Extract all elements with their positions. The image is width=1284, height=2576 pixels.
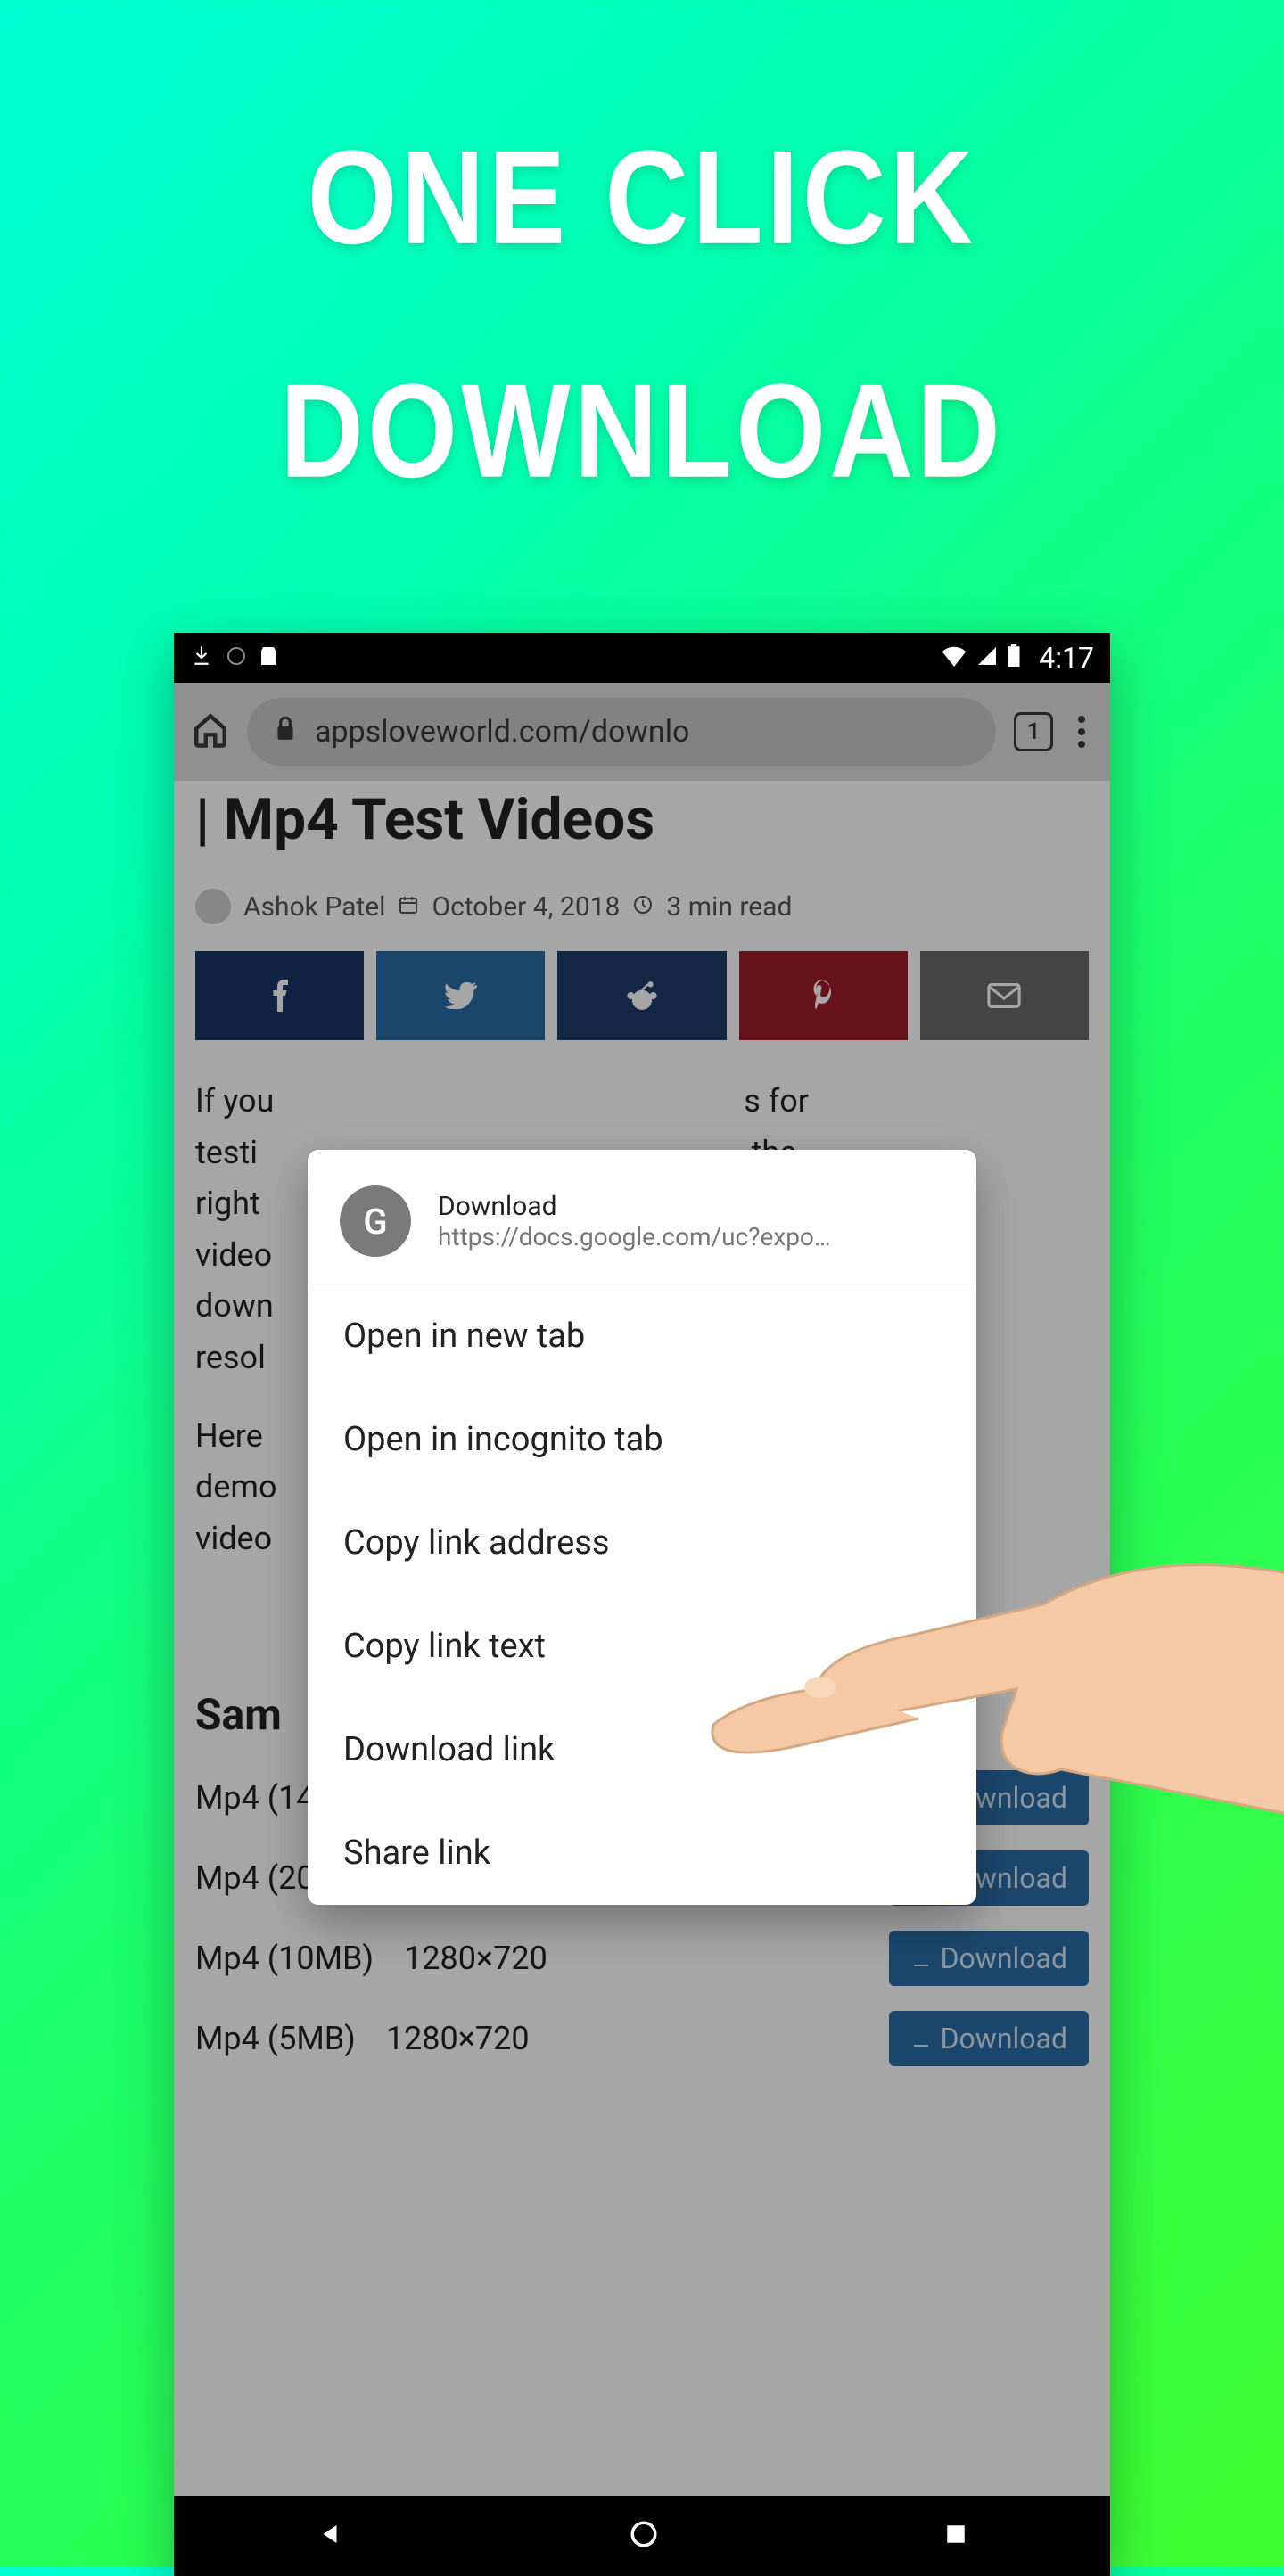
promo-headline: ONE CLICK DOWNLOAD [0,0,1284,512]
sync-icon [226,643,247,674]
android-navbar [174,2496,1110,2576]
phone-frame: 4:17 appsloveworld.com/downlo 1 | Mp4 Te… [174,633,1110,2576]
status-bar: 4:17 [174,633,1110,683]
context-menu-header: G Download https://docs.google.com/uc?ex… [308,1150,976,1284]
context-item-open-incognito[interactable]: Open in incognito tab [308,1388,976,1491]
battery-icon [1007,643,1021,674]
nav-recent-icon[interactable] [944,2523,967,2549]
headline-line-1: ONE CLICK [0,103,1284,290]
nav-home-icon[interactable] [629,2519,659,2553]
context-title: Download [438,1191,831,1222]
signal-icon [976,643,998,674]
context-item-copy-text[interactable]: Copy link text [308,1595,976,1698]
status-time: 4:17 [1039,641,1094,675]
context-item-download-link[interactable]: Download link [308,1698,976,1801]
context-item-open-new-tab[interactable]: Open in new tab [308,1284,976,1388]
headline-line-2: DOWNLOAD [0,337,1284,523]
context-item-share-link[interactable]: Share link [308,1801,976,1905]
wifi-icon [941,643,967,674]
context-url: https://docs.google.com/uc?expo… [438,1222,831,1251]
download-status-icon [190,643,213,674]
sd-card-icon [259,643,277,674]
context-item-copy-address[interactable]: Copy link address [308,1491,976,1595]
favicon-badge: G [340,1185,411,1257]
context-menu: G Download https://docs.google.com/uc?ex… [308,1150,976,1905]
nav-back-icon[interactable] [317,2521,343,2551]
